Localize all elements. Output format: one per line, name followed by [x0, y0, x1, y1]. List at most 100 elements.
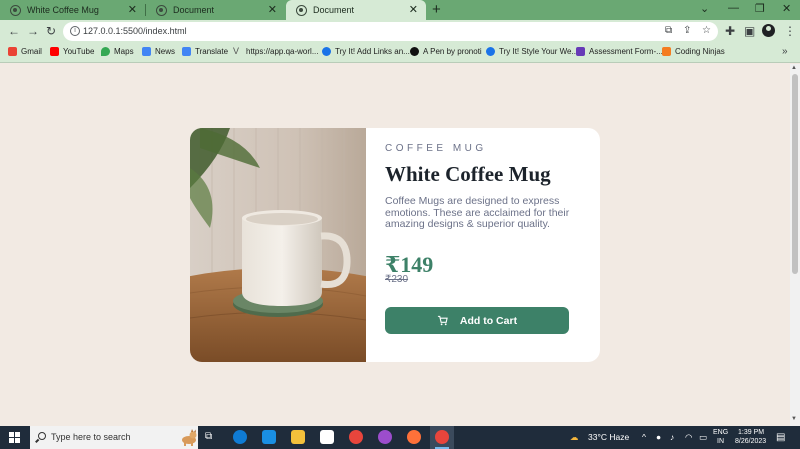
- bookmark-youtube[interactable]: YouTube: [50, 47, 94, 56]
- site-info-icon[interactable]: i: [70, 26, 80, 36]
- clock-time[interactable]: 1:39 PM: [738, 429, 764, 437]
- bookmark-label: Assessment Form-...: [589, 47, 663, 56]
- language-indicator[interactable]: ENG: [713, 429, 728, 437]
- bookmark-translate[interactable]: Translate: [182, 47, 228, 56]
- forward-icon[interactable]: →: [27, 24, 39, 38]
- bookmark-gmail[interactable]: Gmail: [8, 47, 42, 56]
- bookmark-news[interactable]: News: [142, 47, 175, 56]
- bookmark-try-it-links[interactable]: Try It! Add Links an...: [322, 47, 410, 56]
- region-indicator[interactable]: IN: [717, 438, 724, 446]
- bookmark-qa-world[interactable]: V https://app.qa-worl...: [233, 46, 318, 57]
- product-original-price: ₹230: [385, 274, 409, 285]
- clock-date[interactable]: 8/26/2023: [735, 438, 766, 446]
- tab-1[interactable]: White Coffee Mug ✕: [0, 0, 145, 20]
- taskbar-search-box[interactable]: Type here to search: [30, 426, 198, 449]
- bookmark-assessment-form[interactable]: Assessment Form-...: [576, 47, 663, 56]
- mail-icon[interactable]: [262, 430, 276, 444]
- tab-title: White Coffee Mug: [27, 5, 99, 15]
- file-explorer-icon[interactable]: [291, 430, 305, 444]
- page-scrollbar[interactable]: ▲ ▼: [790, 64, 800, 426]
- tab-3-active[interactable]: Document ✕: [286, 0, 426, 20]
- taskbar-search-placeholder: Type here to search: [51, 432, 131, 442]
- close-tab-icon[interactable]: ✕: [409, 3, 418, 16]
- bookmark-label: Gmail: [21, 47, 42, 56]
- forms-icon: [576, 47, 585, 56]
- c-icon: [322, 47, 331, 56]
- close-tab-icon[interactable]: ✕: [128, 3, 137, 16]
- tab-title: Document: [173, 5, 215, 15]
- extensions-icon[interactable]: ✚: [725, 24, 735, 38]
- translate-page-icon[interactable]: ⧉: [665, 25, 672, 36]
- bookmark-maps[interactable]: Maps: [101, 47, 134, 56]
- maximize-button[interactable]: ❐: [755, 2, 765, 15]
- address-bar[interactable]: i 127.0.0.1:5500/index.html ⧉ ⇪ ☆: [63, 22, 718, 41]
- task-view-icon[interactable]: ⧉: [205, 431, 212, 442]
- bookmark-star-icon[interactable]: ☆: [702, 25, 711, 36]
- address-url[interactable]: 127.0.0.1:5500/index.html: [83, 26, 187, 36]
- share-icon[interactable]: ⇪: [683, 25, 691, 36]
- globe-icon: [296, 4, 307, 16]
- more-bookmarks-icon[interactable]: »: [782, 46, 788, 57]
- product-card: COFFEE MUG White Coffee Mug Coffee Mugs …: [190, 128, 600, 362]
- bookmark-label: Translate: [195, 47, 229, 56]
- news-icon: [142, 47, 151, 56]
- profile-avatar[interactable]: [762, 24, 775, 37]
- close-tab-icon[interactable]: ✕: [268, 3, 277, 16]
- scroll-down-arrow-icon[interactable]: ▼: [791, 416, 797, 422]
- back-icon[interactable]: ←: [8, 24, 20, 38]
- tab-title: Document: [313, 5, 355, 15]
- weather-text[interactable]: 33°C Haze: [588, 432, 629, 442]
- weather-icon[interactable]: ☁: [570, 432, 579, 443]
- maps-icon: [101, 47, 110, 56]
- edge-icon[interactable]: [233, 430, 247, 444]
- chrome-icon[interactable]: [349, 430, 363, 444]
- battery-icon[interactable]: ▭: [699, 432, 707, 443]
- globe-icon: [156, 4, 167, 16]
- scroll-thumb[interactable]: [792, 74, 798, 274]
- product-category: COFFEE MUG: [385, 143, 487, 154]
- new-tab-button[interactable]: +: [432, 2, 441, 18]
- product-title: White Coffee Mug: [385, 162, 551, 186]
- bookmark-try-it-style[interactable]: Try It! Style Your We...: [486, 47, 578, 56]
- app-icon[interactable]: [378, 430, 392, 444]
- side-panel-icon[interactable]: ▣: [744, 24, 755, 38]
- bookmark-label: A Pen by pronoti: [423, 47, 482, 56]
- product-image: [190, 128, 366, 362]
- globe-icon: [10, 4, 21, 16]
- youtube-icon: [50, 47, 59, 56]
- codepen-icon: [410, 47, 419, 56]
- wifi-icon[interactable]: ◠: [685, 432, 692, 443]
- bookmark-coding-ninjas[interactable]: Coding Ninjas: [662, 47, 725, 56]
- bookmark-label: YouTube: [63, 47, 95, 56]
- reload-icon[interactable]: ↻: [46, 24, 56, 38]
- search-icon: [38, 432, 46, 440]
- v-icon: V: [233, 46, 240, 56]
- bookmark-label: Try It! Style Your We...: [499, 47, 579, 56]
- speaker-icon[interactable]: ♪: [670, 432, 674, 442]
- shopping-cart-icon: [437, 315, 448, 326]
- dog-illustration-icon: [182, 429, 197, 446]
- chrome-active-icon[interactable]: [435, 430, 449, 444]
- scroll-up-arrow-icon[interactable]: ▲: [791, 65, 797, 71]
- bookmark-label: Maps: [114, 47, 134, 56]
- tray-app-icon[interactable]: ●: [656, 432, 661, 442]
- minimize-button[interactable]: —: [728, 2, 739, 14]
- ninja-icon: [662, 47, 671, 56]
- notification-icon[interactable]: ▤: [776, 432, 785, 443]
- add-to-cart-label: Add to Cart: [459, 314, 518, 327]
- gmail-icon: [8, 47, 17, 56]
- bookmark-label: Try It! Add Links an...: [335, 47, 410, 56]
- microsoft-store-icon[interactable]: [320, 430, 334, 444]
- page-viewport: COFFEE MUG White Coffee Mug Coffee Mugs …: [0, 64, 790, 426]
- bookmark-label: Coding Ninjas: [675, 47, 725, 56]
- menu-kebab-icon[interactable]: ⋮: [784, 24, 796, 38]
- firefox-icon[interactable]: [407, 430, 421, 444]
- show-hidden-icons-icon[interactable]: ^: [642, 432, 646, 442]
- bookmark-codepen[interactable]: A Pen by pronoti: [410, 47, 482, 56]
- add-to-cart-button[interactable]: Add to Cart: [385, 307, 569, 334]
- tab-search-icon[interactable]: ⌄: [700, 2, 709, 15]
- close-window-button[interactable]: ✕: [782, 2, 791, 15]
- bookmark-label: News: [155, 47, 176, 56]
- tab-2[interactable]: Document ✕: [146, 0, 285, 20]
- windows-start-icon[interactable]: [9, 432, 20, 443]
